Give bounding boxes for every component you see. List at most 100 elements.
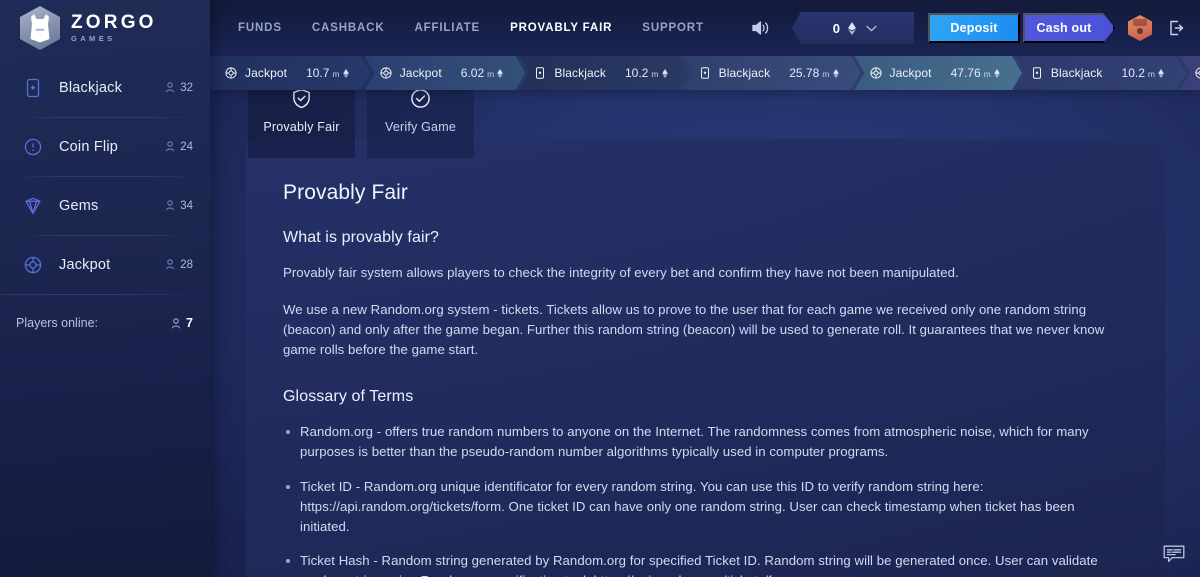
ticker-amount-value: 47.76 [950,66,981,80]
page-title: Provably Fair [283,181,409,204]
sidebar-item-gems[interactable]: Gems 34 [0,176,210,235]
wheel-icon [379,66,393,80]
sidebar-item-coin-flip[interactable]: Coin Flip 24 [0,117,210,176]
sidebar-nav: Blackjack 32 Coin Flip 24 Gems 34 Jackpo… [0,58,210,294]
wheel-icon [224,66,238,80]
sidebar: ZORGO GAMES Blackjack 32 Coin Flip 24 Ge… [0,0,210,577]
card-icon [22,77,44,99]
ticker-amount-value: 10.2 [1121,66,1145,80]
ticker-game: Blackjack [554,66,606,80]
ticker-amount: 10.2 m [625,66,668,80]
app-root: ZORGO GAMES Blackjack 32 Coin Flip 24 Ge… [0,0,1200,577]
ticker-amount-value: 10.7 [306,66,330,80]
cashout-button[interactable]: Cash out [1023,13,1115,43]
person-icon [166,200,175,211]
sidebar-item-label: Gems [59,197,99,214]
ticker-game: Blackjack [1050,66,1103,80]
paragraph-intro: Provably fair system allows players to c… [283,265,959,280]
coin-icon [22,136,44,158]
brand-tagline: GAMES [71,34,116,44]
sidebar-item-player-count: 32 [165,82,193,94]
glossary-item-ticket-id: Ticket ID - Random.org unique identifica… [283,477,1125,538]
sidebar-item-jackpot[interactable]: Jackpot 28 [0,235,210,294]
ticker-amount-unit: m [1147,69,1156,79]
balance-value: 0 [832,20,841,36]
ethereum-icon [848,21,857,35]
gem-icon [22,195,44,217]
tab-affiliate[interactable]: AFFILIATE [414,22,480,34]
ticker-amount-unit: m [651,69,659,79]
sidebar-item-player-count: 34 [165,200,193,212]
brand-name: ZORGO [71,12,157,34]
speaker-on-icon[interactable] [744,13,778,43]
sidebar-item-count-value: 28 [180,258,193,271]
ticker-amount: 10.7 m [306,66,349,80]
live-bets-ticker[interactable]: Jackpot 10.7 m Jackpot 6.02 m Blackjack … [210,56,1200,90]
glossary-item-random-org: Random.org - offers true random numbers … [283,422,1125,462]
ticker-item[interactable]: Blackjack 10.2 m [1016,56,1186,90]
ticker-amount: 47.76 m [951,66,1000,80]
wheel-icon [1194,66,1200,80]
tab-label: Provably Fair [263,120,340,134]
ticker-amount-value: 10.2 [625,66,649,80]
sidebar-item-blackjack[interactable]: Blackjack 32 [0,58,210,117]
person-icon [171,317,181,328]
main-area: FUNDS CASHBACK AFFILIATE PROVABLY FAIR S… [210,0,1200,577]
person-icon [166,82,175,93]
ticker-item[interactable]: Blackjack 10.2 m [519,56,689,90]
ticker-amount-value: 6.02 [460,66,485,80]
sidebar-item-player-count: 28 [165,259,193,271]
players-online-label: Players online: [16,316,98,330]
ethereum-icon [497,69,503,78]
sidebar-item-label: Coin Flip [59,138,119,155]
person-icon [166,259,175,270]
chevron-down-icon [866,25,877,31]
players-online-row: Players online: 7 [0,294,210,352]
card-icon [698,66,712,80]
sidebar-item-label: Jackpot [59,256,111,273]
ticker-item[interactable]: Jackpot 6.02 m [365,56,526,90]
tab-funds[interactable]: FUNDS [238,22,282,34]
ticker-game: Blackjack [718,66,771,80]
balance-chip[interactable]: 0 [792,12,914,44]
ethereum-icon [1158,69,1164,78]
avatar[interactable] [1128,15,1152,41]
ticker-item[interactable]: Jackpot 47.76 m [855,56,1022,90]
ethereum-icon [833,69,839,78]
ticker-amount-value: 25.78 [789,66,820,80]
wheel-icon [869,66,883,80]
wheel-icon [22,254,44,276]
top-bar: FUNDS CASHBACK AFFILIATE PROVABLY FAIR S… [210,0,1200,56]
ticker-item[interactable]: Jackpot 10.7 m [210,56,371,90]
ticker-game: Jackpot [399,66,442,80]
section-heading-what-is: What is provably fair? [283,229,440,246]
person-icon [166,141,175,152]
ticker-game: Jackpot [889,66,932,80]
players-online-count: 7 [171,316,193,330]
logout-icon[interactable] [1165,17,1187,39]
tab-provably-fair[interactable]: PROVABLY FAIR [510,22,612,34]
section-heading-glossary: Glossary of Terms [283,388,414,406]
glossary-list: Random.org - offers true random numbers … [283,422,1125,577]
tab-support[interactable]: SUPPORT [642,22,704,34]
glossary-item-ticket-hash: Ticket Hash - Random string generated by… [283,551,1125,577]
ticker-item[interactable]: Blackjack 25.78 m [684,56,861,90]
deposit-button[interactable]: Deposit [928,13,1020,43]
chat-bubble-icon[interactable] [1161,543,1187,565]
top-bar-actions: 0 Deposit Cash out [744,12,1200,44]
provably-fair-content-card: Provably Fair What is provably fair? Pro… [246,139,1165,577]
top-nav: FUNDS CASHBACK AFFILIATE PROVABLY FAIR S… [238,22,704,34]
ethereum-icon [343,69,349,78]
tab-cashback[interactable]: CASHBACK [312,22,385,34]
shield-check-icon [293,89,310,109]
ethereum-icon [994,69,1000,78]
ticker-amount: 10.2 m [1122,66,1165,80]
ticker-amount-unit: m [822,69,830,79]
sidebar-item-player-count: 24 [165,141,193,153]
brand-logo[interactable]: ZORGO GAMES [0,0,210,56]
ticker-amount-unit: m [983,69,991,79]
players-online-count-value: 7 [186,316,193,330]
ticker-amount-unit: m [487,69,495,79]
